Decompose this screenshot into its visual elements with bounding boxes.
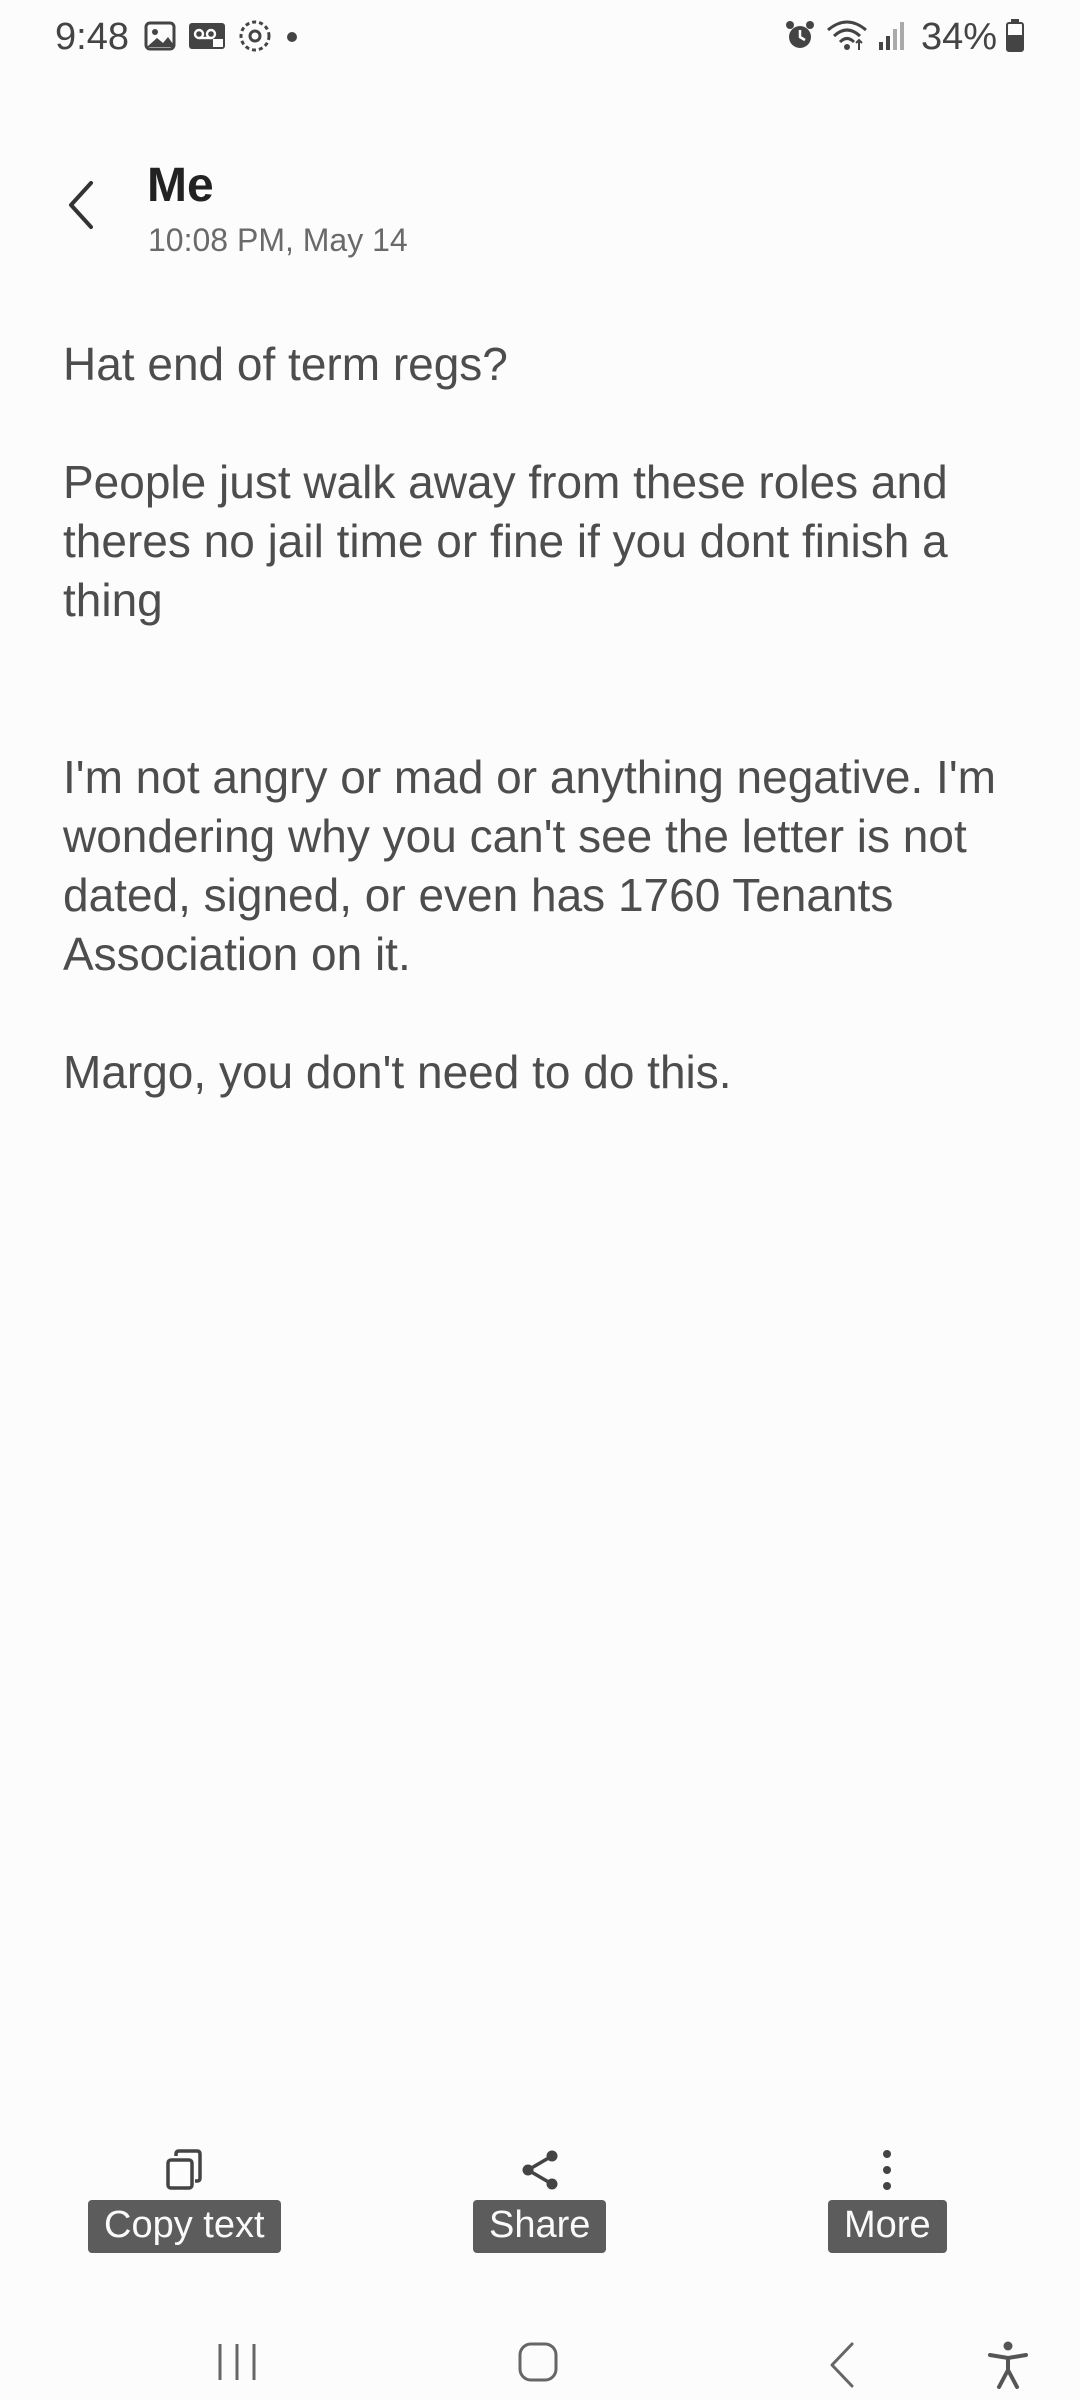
gallery-icon bbox=[143, 19, 177, 53]
message-paragraph: Margo, you don't need to do this. bbox=[63, 1046, 732, 1098]
status-bar: 9:48 34% bbox=[0, 0, 1080, 80]
share-button[interactable]: Share bbox=[473, 2140, 607, 2253]
accessibility-icon bbox=[988, 2341, 1028, 2389]
share-icon bbox=[522, 2150, 558, 2190]
message-body[interactable]: Hat end of term regs? People just walk a… bbox=[63, 335, 1023, 1102]
copy-text-label: Copy text bbox=[88, 2200, 281, 2253]
recents-icon bbox=[218, 2344, 256, 2380]
share-label: Share bbox=[473, 2200, 607, 2253]
header: Me 10:08 PM, May 14 bbox=[0, 150, 1080, 270]
message-paragraph: Hat end of term regs? bbox=[63, 338, 508, 390]
back-icon bbox=[830, 2342, 854, 2388]
message-timestamp: 10:08 PM, May 14 bbox=[148, 222, 408, 258]
battery-icon bbox=[1005, 17, 1025, 58]
back-button[interactable] bbox=[56, 170, 106, 240]
battery-percent: 34% bbox=[920, 16, 997, 58]
status-time: 9:48 bbox=[55, 16, 129, 58]
status-right: 34% bbox=[783, 16, 1025, 59]
page-title: Me bbox=[147, 159, 214, 212]
screen: 9:48 34% Me 10:08 PM, May 14 Hat end of … bbox=[0, 0, 1080, 2400]
message-paragraph: People just walk away from these roles a… bbox=[63, 456, 961, 626]
message-paragraph: I'm not angry or mad or anything negativ… bbox=[63, 751, 1009, 980]
status-left-icons bbox=[143, 18, 301, 54]
more-label: More bbox=[828, 2200, 947, 2253]
chevron-left-icon bbox=[69, 181, 93, 229]
recents-button[interactable] bbox=[212, 2340, 262, 2384]
copy-icon bbox=[166, 2149, 203, 2190]
home-button[interactable] bbox=[516, 2340, 560, 2384]
home-icon bbox=[518, 2342, 558, 2382]
voicemail-icon bbox=[187, 19, 227, 53]
sync-icon bbox=[237, 18, 273, 54]
nav-back-button[interactable] bbox=[824, 2340, 860, 2390]
dot-icon bbox=[283, 19, 301, 53]
more-button[interactable]: More bbox=[828, 2140, 947, 2253]
signal-icon bbox=[877, 18, 907, 57]
wifi-icon bbox=[825, 18, 869, 57]
nav-bar bbox=[0, 2300, 1080, 2400]
copy-text-button[interactable]: Copy text bbox=[88, 2140, 281, 2253]
alarm-icon bbox=[783, 18, 817, 57]
action-bar: Copy text Share More bbox=[0, 2140, 1080, 2270]
more-vertical-icon bbox=[883, 2150, 892, 2190]
accessibility-button[interactable] bbox=[986, 2340, 1030, 2390]
